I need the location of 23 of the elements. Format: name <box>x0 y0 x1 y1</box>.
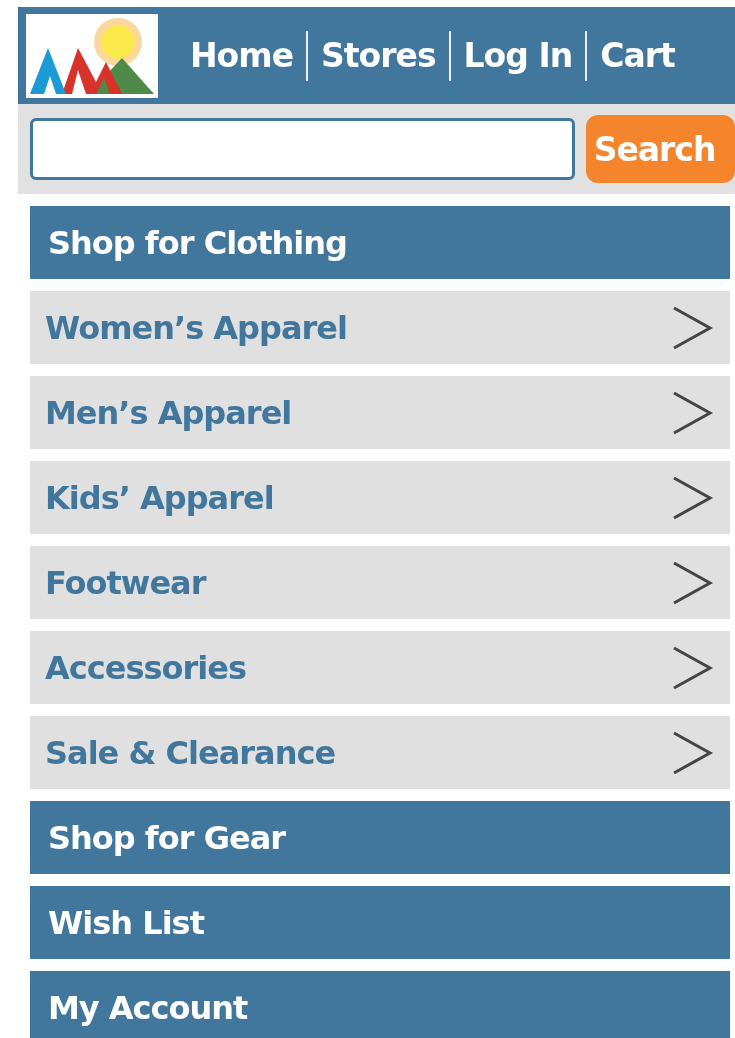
menu-item-label: Women’s Apparel <box>45 308 347 347</box>
menu-item-label: Footwear <box>45 563 206 602</box>
menu-item[interactable]: Sale & Clearance <box>30 716 730 789</box>
search-field[interactable] <box>30 118 575 180</box>
nav-link[interactable]: Home <box>182 36 307 75</box>
menu-heading[interactable]: Shop for Gear <box>30 801 730 874</box>
menu-heading[interactable]: Wish List <box>30 886 730 959</box>
menu-item[interactable]: Accessories <box>30 631 730 704</box>
menu-item-label: Sale & Clearance <box>45 733 336 772</box>
menu-item[interactable]: Kids’ Apparel <box>30 461 730 534</box>
nav-link[interactable]: Stores <box>308 36 449 75</box>
menu-item-label: Accessories <box>45 648 246 687</box>
menu-item[interactable]: Women’s Apparel <box>30 291 730 364</box>
menu-heading[interactable]: Shop for Clothing <box>30 206 730 279</box>
menu-item[interactable]: Men’s Apparel <box>30 376 730 449</box>
nav-link[interactable]: Log In <box>450 36 586 75</box>
logo-icon[interactable] <box>26 13 158 98</box>
menu-heading[interactable]: My Account <box>30 971 730 1038</box>
menu-item-label: Kids’ Apparel <box>45 478 274 517</box>
menu-item[interactable]: Footwear <box>30 546 730 619</box>
nav-link[interactable]: Cart <box>587 36 688 75</box>
menu-item-label: Men’s Apparel <box>45 393 292 432</box>
search-button[interactable]: Search <box>585 115 735 183</box>
